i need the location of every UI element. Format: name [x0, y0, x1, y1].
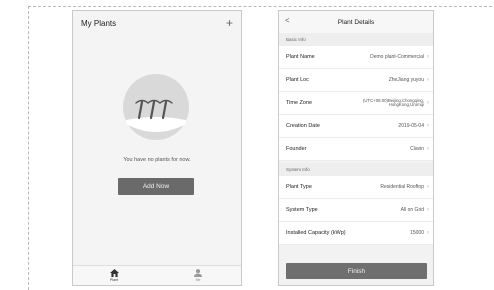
chevron-right-icon: ›: [427, 77, 429, 83]
chevron-right-icon: ›: [427, 146, 429, 152]
bottom-tab-bar: Plant Me: [73, 265, 241, 285]
chevron-right-icon: ›: [427, 230, 429, 236]
row-label: Creation Date: [286, 123, 320, 129]
chevron-right-icon: ›: [427, 123, 429, 129]
row-value-wrap: ZheJiang yuyou ›: [389, 77, 429, 83]
row-value-line2: HongKong,Urumqi: [388, 102, 424, 107]
plant-details-header: < Plant Details: [279, 11, 433, 33]
chevron-right-icon: ›: [427, 184, 429, 190]
row-system-type[interactable]: System Type All on Grid ›: [279, 199, 433, 222]
row-value: 2019-05-04: [398, 123, 424, 129]
empty-state-message: You have no plants for now.: [123, 157, 191, 163]
row-time-zone[interactable]: Time Zone (UTC+08:00)Beijing,Chongqing, …: [279, 92, 433, 115]
row-value-stack: (UTC+08:00)Beijing,Chongqing, HongKong,U…: [363, 98, 424, 108]
tab-plant[interactable]: Plant: [99, 269, 129, 282]
home-icon: [109, 269, 119, 277]
my-plants-header: My Plants +: [73, 11, 241, 35]
row-plant-type[interactable]: Plant Type Residential Rooftop ›: [279, 176, 433, 199]
row-value-wrap: 2019-05-04 ›: [398, 123, 429, 129]
page-title: Plant Details: [337, 18, 375, 26]
row-value: Demo plant-Commercial: [370, 54, 424, 60]
row-value-wrap: Demo plant-Commercial ›: [370, 54, 429, 60]
chevron-right-icon: ›: [427, 100, 429, 106]
empty-plants-illustration: [123, 74, 189, 140]
row-value-wrap: All on Grid ›: [401, 207, 429, 213]
row-value: Clavin: [410, 146, 424, 152]
person-icon: [194, 269, 202, 277]
chevron-right-icon: ›: [427, 207, 429, 213]
tab-plant-label: Plant: [110, 278, 118, 282]
row-label: Plant Name: [286, 54, 315, 60]
row-value: All on Grid: [400, 207, 424, 213]
row-label: System Type: [286, 207, 318, 213]
row-value-wrap: (UTC+08:00)Beijing,Chongqing, HongKong,U…: [363, 98, 429, 108]
add-plant-icon[interactable]: +: [226, 17, 233, 29]
row-value-wrap: Clavin ›: [410, 146, 429, 152]
row-label: Plant Type: [286, 184, 312, 190]
row-plant-name[interactable]: Plant Name Demo plant-Commercial ›: [279, 46, 433, 69]
row-creation-date[interactable]: Creation Date 2019-05-04 ›: [279, 115, 433, 138]
row-value-wrap: Residential Rooftop ›: [380, 184, 429, 190]
row-label: Installed Capacity (kWp): [286, 230, 346, 236]
row-installed-capacity[interactable]: Installed Capacity (kWp) 15000 ›: [279, 222, 433, 245]
my-plants-screen: My Plants + You have no plants for now. …: [72, 10, 242, 286]
add-now-button[interactable]: Add Now: [118, 178, 194, 195]
back-icon[interactable]: <: [285, 16, 290, 25]
tab-me[interactable]: Me: [183, 269, 213, 282]
row-plant-loc[interactable]: Plant Loc ZheJiang yuyou ›: [279, 69, 433, 92]
row-label: Time Zone: [286, 100, 313, 106]
row-label: Plant Loc: [286, 77, 309, 83]
row-label: Founder: [286, 146, 307, 152]
section-system-info: System Info: [279, 163, 433, 176]
section-basic-info: Basic Info: [279, 33, 433, 46]
guide-dashed-left: [28, 6, 29, 290]
guide-dashed-top: [28, 6, 492, 7]
chevron-right-icon: ›: [427, 54, 429, 60]
tab-me-label: Me: [195, 278, 201, 282]
row-value: Residential Rooftop: [380, 184, 424, 190]
row-founder[interactable]: Founder Clavin ›: [279, 138, 433, 161]
row-value-wrap: 15000 ›: [410, 230, 429, 236]
plant-details-screen: < Plant Details Basic Info Plant Name De…: [278, 10, 434, 286]
row-value: ZheJiang yuyou: [388, 77, 424, 83]
page-title: My Plants: [81, 18, 117, 28]
row-value: 15000: [410, 230, 424, 236]
finish-button[interactable]: Finish: [286, 263, 427, 279]
